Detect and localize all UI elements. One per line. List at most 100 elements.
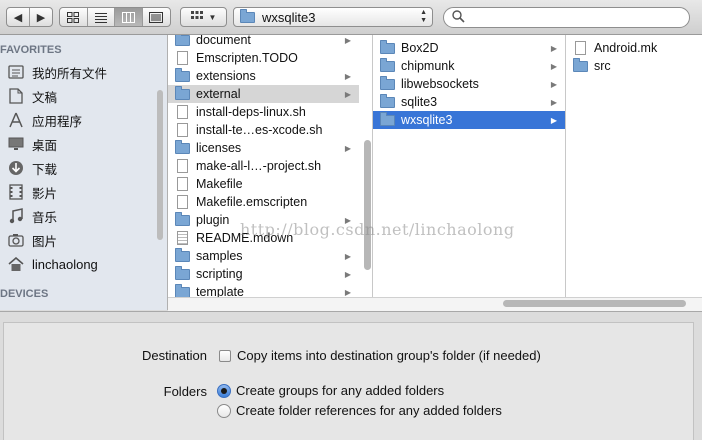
- downloads-icon: [7, 160, 24, 176]
- folder-icon: [174, 67, 190, 83]
- column-1-scrollbar[interactable]: [364, 140, 371, 270]
- music-icon: [7, 208, 24, 224]
- file-row[interactable]: make-all-l…-project.sh: [168, 157, 359, 175]
- sidebar-item-desktop[interactable]: 桌面: [7, 133, 57, 155]
- copy-items-option[interactable]: Copy items into destination group's fold…: [219, 348, 541, 363]
- folder-row[interactable]: chipmunk ▶: [373, 57, 565, 75]
- folder-icon: [174, 35, 190, 47]
- folder-row[interactable]: template ▶: [168, 283, 359, 297]
- back-arrow-icon[interactable]: ◀: [7, 8, 30, 26]
- sidebar-item-music[interactable]: 音乐: [7, 205, 57, 227]
- home-icon: [7, 256, 24, 272]
- item-label: Emscripten.TODO: [196, 51, 298, 65]
- folder-row[interactable]: wxsqlite3 ▶: [373, 111, 565, 129]
- file-row[interactable]: Android.mk: [566, 39, 701, 57]
- folder-row[interactable]: document ▶: [168, 35, 359, 49]
- options-box: [3, 322, 694, 440]
- sidebar-item-label: 音乐: [32, 210, 58, 225]
- folder-row[interactable]: Box2D ▶: [373, 39, 565, 57]
- document-icon: [174, 231, 190, 245]
- copy-items-checkbox[interactable]: [219, 349, 231, 362]
- search-field[interactable]: [443, 7, 690, 28]
- file-icon: [174, 123, 190, 137]
- folder-icon: [174, 85, 190, 101]
- file-icon: [174, 159, 190, 173]
- folder-row[interactable]: samples ▶: [168, 247, 359, 265]
- file-icon: [572, 41, 588, 55]
- item-label: licenses: [196, 141, 242, 155]
- folder-icon: [379, 39, 395, 55]
- create-references-radio[interactable]: [217, 403, 231, 418]
- sidebar: FAVORITES 我的所有文件 文稿 应用程序 桌面 下载 影片 音乐 图片 …: [0, 35, 168, 310]
- view-mode-control: [59, 7, 171, 27]
- applications-icon: [7, 112, 24, 128]
- column-browser-1: document ▶ Emscripten.TODO extensions ▶ exter…: [168, 35, 373, 297]
- sidebar-item-applications[interactable]: 应用程序: [7, 109, 82, 131]
- item-label: wxsqlite3: [401, 113, 453, 127]
- item-label: document: [196, 35, 251, 47]
- sidebar-item-label: linchaolong: [32, 256, 98, 272]
- file-row[interactable]: install-te…es-xcode.sh: [168, 121, 359, 139]
- coverflow-view-icon[interactable]: [143, 8, 170, 26]
- sidebar-item-movies[interactable]: 影片: [7, 181, 57, 203]
- item-label: Android.mk: [594, 41, 658, 55]
- folder-row[interactable]: plugin ▶: [168, 211, 359, 229]
- disclosure-arrow-icon: ▶: [550, 115, 557, 125]
- folder-row[interactable]: scripting ▶: [168, 265, 359, 283]
- item-label: chipmunk: [401, 59, 455, 73]
- disclosure-arrow-icon: ▶: [344, 35, 351, 45]
- item-label: make-all-l…-project.sh: [196, 159, 322, 173]
- forward-arrow-icon[interactable]: ▶: [30, 8, 52, 26]
- documents-icon: [7, 88, 24, 104]
- folder-row[interactable]: external ▶: [168, 85, 359, 103]
- file-row[interactable]: README.mdown: [168, 229, 359, 247]
- icon-view-icon[interactable]: [60, 8, 88, 26]
- item-label: Makefile: [196, 177, 243, 191]
- finder-toolbar: ◀ ▶ ▼ wxsqlite3 ▲ ▼: [0, 0, 702, 35]
- folder-row[interactable]: sqlite3 ▶: [373, 93, 565, 111]
- favorites-heading: FAVORITES: [0, 44, 62, 56]
- item-label: Box2D: [401, 41, 439, 55]
- file-icon: [174, 177, 190, 191]
- item-label: samples: [196, 249, 243, 263]
- devices-heading: DEVICES: [0, 288, 49, 300]
- sidebar-item-downloads[interactable]: 下载: [7, 157, 57, 179]
- folder-row[interactable]: licenses ▶: [168, 139, 359, 157]
- arrange-button[interactable]: ▼: [180, 7, 227, 27]
- file-row[interactable]: Makefile: [168, 175, 359, 193]
- create-references-option[interactable]: Create folder references for any added f…: [217, 403, 502, 418]
- file-icon: [174, 51, 190, 65]
- sidebar-item-home[interactable]: linchaolong: [7, 253, 98, 275]
- create-groups-radio[interactable]: [217, 383, 231, 398]
- folder-icon: [379, 111, 395, 127]
- sidebar-item-label: 图片: [32, 234, 58, 249]
- list-view-icon[interactable]: [88, 8, 115, 26]
- folder-row[interactable]: libwebsockets ▶: [373, 75, 565, 93]
- file-row[interactable]: Makefile.emscripten: [168, 193, 359, 211]
- folders-label: Folders: [163, 384, 207, 399]
- sidebar-item-documents[interactable]: 文稿: [7, 85, 57, 107]
- folder-icon: [379, 57, 395, 73]
- sidebar-item-all-my-files[interactable]: 我的所有文件: [7, 61, 107, 83]
- create-groups-option[interactable]: Create groups for any added folders: [217, 383, 444, 398]
- updown-arrows-icon: ▲ ▼: [420, 9, 427, 24]
- path-popup[interactable]: wxsqlite3 ▲ ▼: [233, 7, 433, 27]
- sidebar-item-label: 影片: [32, 186, 58, 201]
- disclosure-arrow-icon: ▶: [344, 287, 351, 297]
- folder-icon: [240, 8, 255, 23]
- folder-icon: [174, 265, 190, 281]
- disclosure-arrow-icon: ▶: [344, 251, 351, 261]
- file-row[interactable]: Emscripten.TODO: [168, 49, 359, 67]
- column-view-icon[interactable]: [115, 8, 143, 26]
- search-input[interactable]: [469, 9, 673, 26]
- back-forward-control: ◀ ▶: [6, 7, 53, 27]
- sidebar-scrollbar[interactable]: [157, 90, 163, 240]
- sidebar-item-pictures[interactable]: 图片: [7, 229, 57, 251]
- file-row[interactable]: install-deps-linux.sh: [168, 103, 359, 121]
- create-groups-label: Create groups for any added folders: [236, 383, 445, 398]
- disclosure-arrow-icon: ▶: [344, 215, 351, 225]
- horizontal-scrollbar[interactable]: [503, 300, 686, 307]
- item-label: sqlite3: [401, 95, 438, 109]
- folder-row[interactable]: src: [566, 57, 701, 75]
- folder-row[interactable]: extensions ▶: [168, 67, 359, 85]
